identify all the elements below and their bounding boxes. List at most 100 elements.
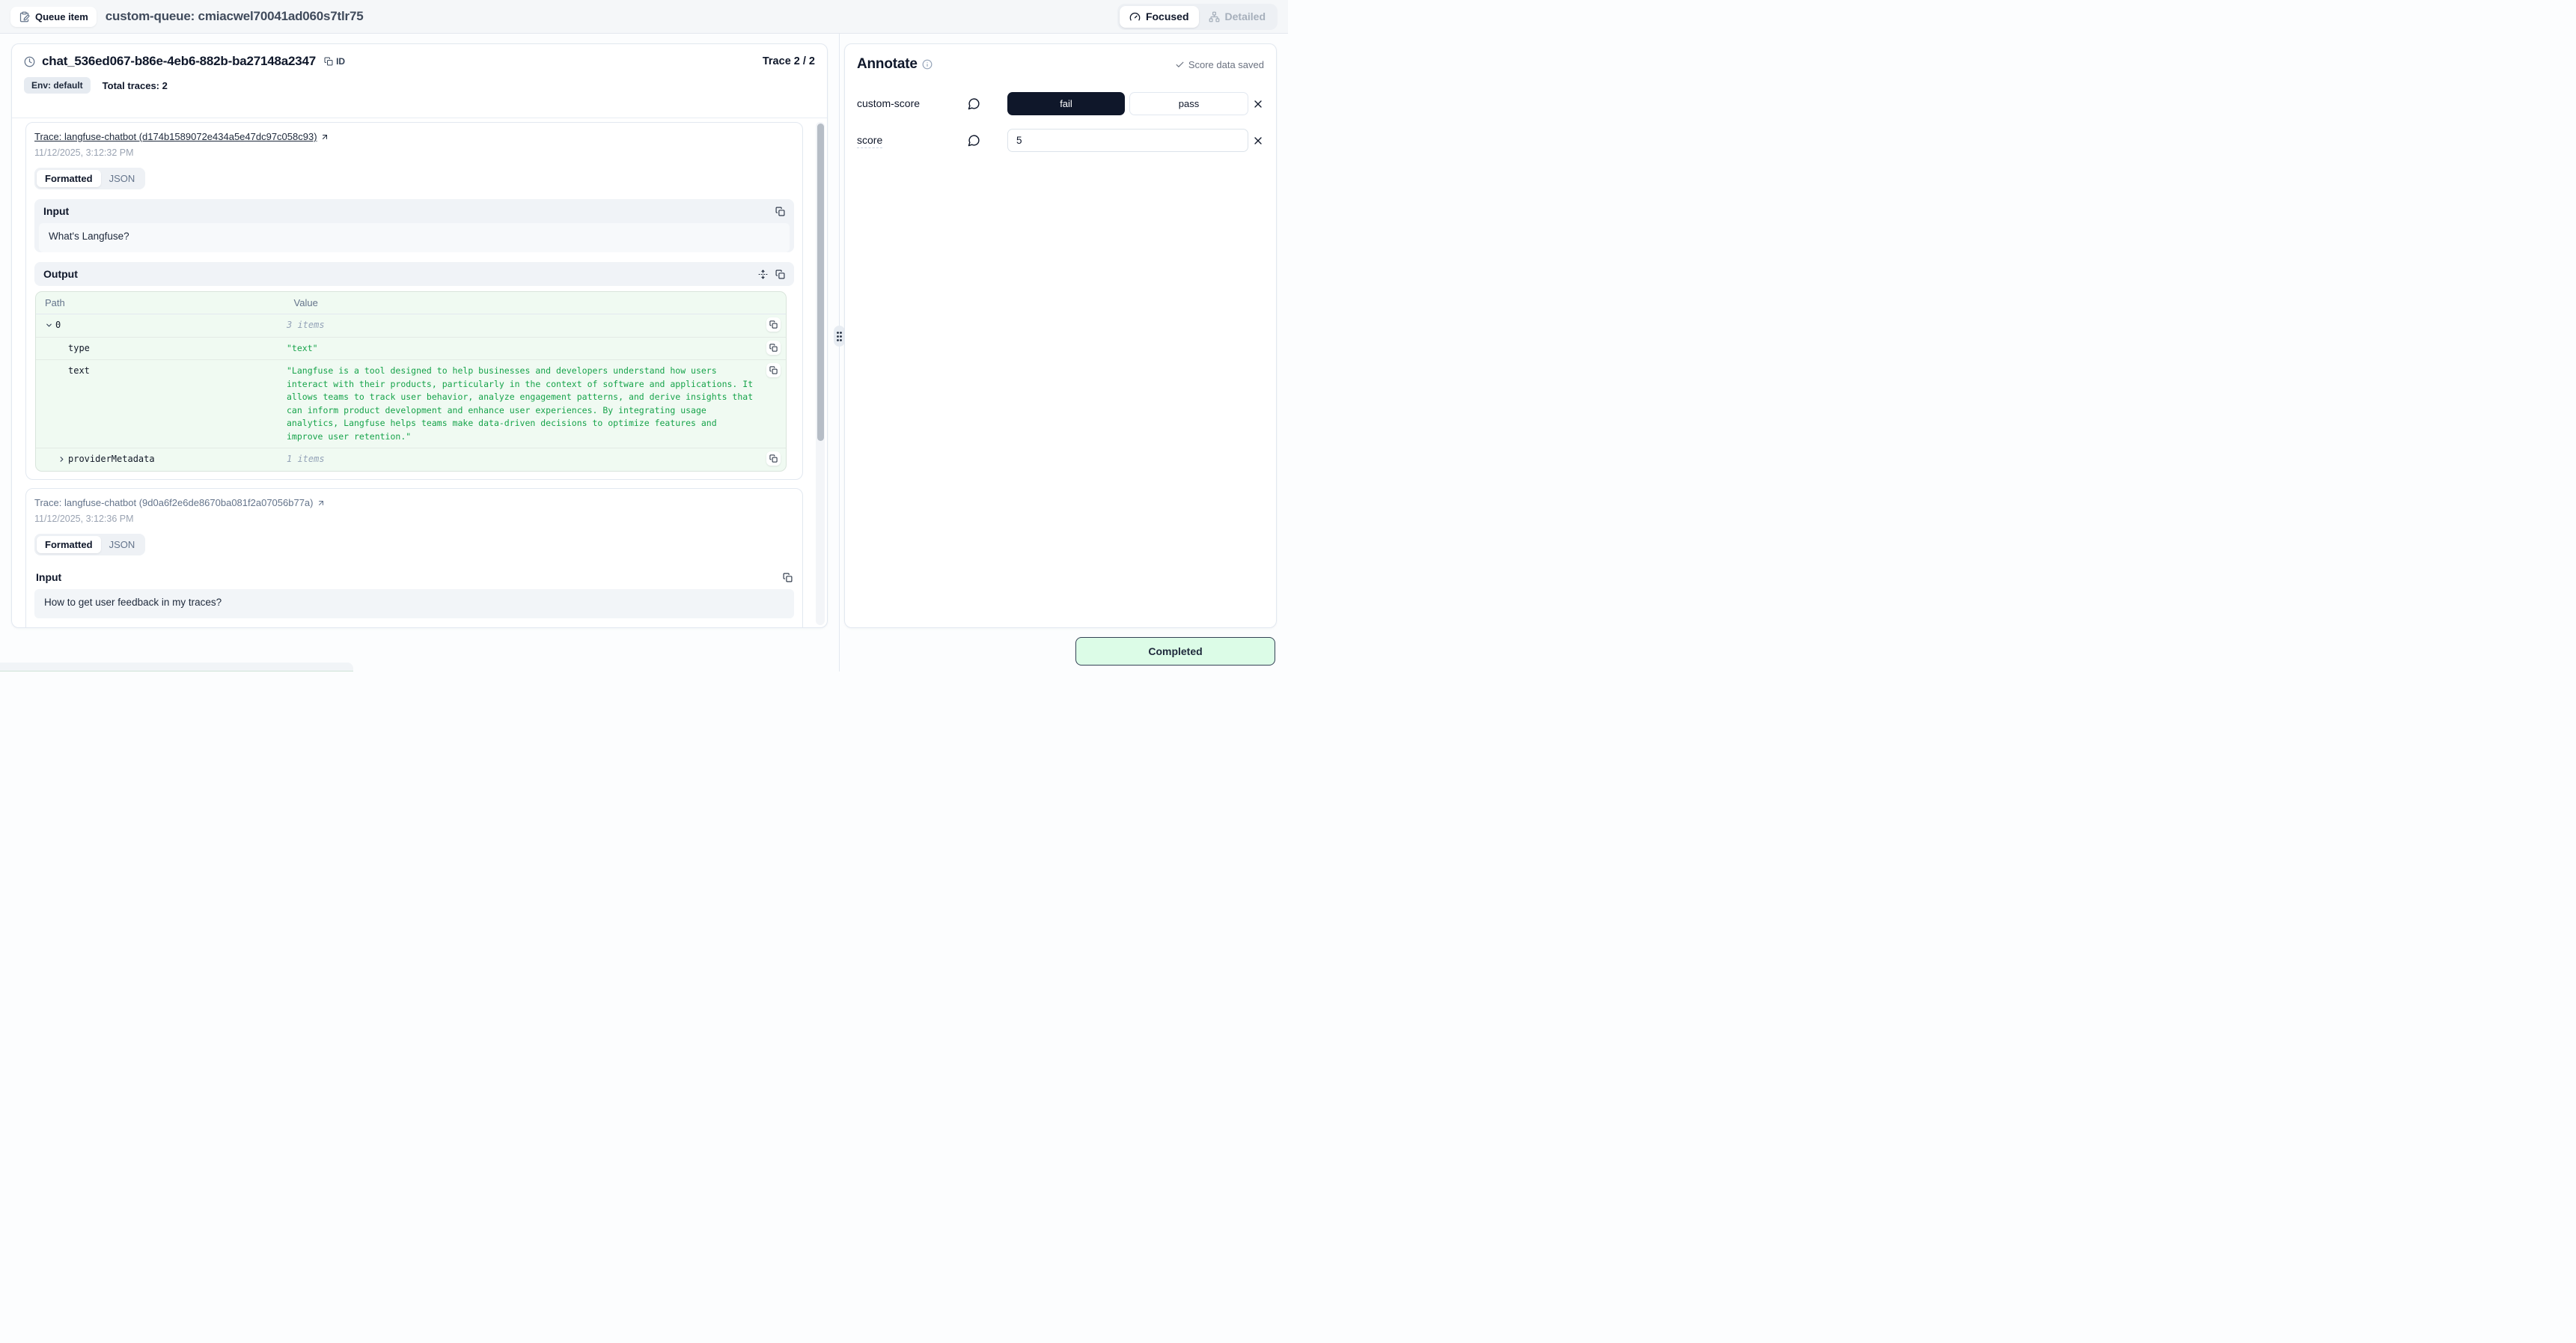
input-section: Input How to get user feedback in my tra… xyxy=(34,565,794,618)
copy-icon xyxy=(769,454,778,463)
comment-button[interactable] xyxy=(968,97,987,110)
delete-score-button[interactable] xyxy=(1252,135,1264,147)
output-label: Output xyxy=(43,268,78,280)
copy-icon xyxy=(775,269,785,279)
main-area: chat_536ed067-b86e-4eb6-882b-ba27148a234… xyxy=(0,34,1288,672)
copy-icon xyxy=(769,320,778,329)
trace-link-text: Trace: langfuse-chatbot (9d0a6f2e6de8670… xyxy=(34,497,314,508)
score-options: fail pass xyxy=(1007,92,1248,115)
message-circle-icon xyxy=(968,134,980,147)
total-traces: Total traces: 2 xyxy=(103,80,168,91)
queue-item-label: Queue item xyxy=(35,11,88,22)
trace-counter: Trace 2 / 2 xyxy=(763,55,815,67)
trace-link-2[interactable]: Trace: langfuse-chatbot (9d0a6f2e6de8670… xyxy=(34,497,326,508)
score-name: score xyxy=(857,134,882,148)
row-key: text xyxy=(68,365,90,377)
clock-icon xyxy=(24,56,35,67)
env-badge: Env: default xyxy=(24,77,91,94)
table-row: text "Langfuse is a tool designed to hel… xyxy=(36,360,786,448)
resize-handle[interactable] xyxy=(834,326,845,347)
scrollbar-track xyxy=(816,122,825,625)
row-value: 1 items xyxy=(287,453,756,466)
external-link-icon xyxy=(320,133,329,141)
score-value-input[interactable] xyxy=(1007,129,1248,152)
tab-formatted[interactable]: Formatted xyxy=(37,170,101,187)
x-icon xyxy=(1252,135,1264,147)
table-row: providerMetadata 1 items xyxy=(36,448,786,471)
path-header: Path xyxy=(45,297,294,308)
score-option-pass[interactable]: pass xyxy=(1129,92,1248,115)
scrollbar-thumb[interactable] xyxy=(817,124,824,441)
trace-link-1[interactable]: Trace: langfuse-chatbot (d174b1589072e43… xyxy=(34,131,329,142)
row-value: 3 items xyxy=(287,319,756,332)
save-status: Score data saved xyxy=(1175,59,1264,70)
trace-card-2: Trace: langfuse-chatbot (9d0a6f2e6de8670… xyxy=(25,488,803,628)
copy-row-button[interactable] xyxy=(766,451,781,466)
copy-row-button[interactable] xyxy=(766,341,781,355)
copy-icon xyxy=(775,207,785,216)
copy-id-button[interactable]: ID xyxy=(324,56,345,67)
render-tabs: Formatted JSON xyxy=(34,168,145,189)
copy-input-button[interactable] xyxy=(783,573,793,582)
queue-item-panel: chat_536ed067-b86e-4eb6-882b-ba27148a234… xyxy=(11,43,828,628)
input-content: How to get user feedback in my traces? xyxy=(34,589,794,618)
network-icon xyxy=(1209,11,1220,22)
row-key: 0 xyxy=(55,319,61,332)
copy-output-button[interactable] xyxy=(775,269,785,279)
render-tabs: Formatted JSON xyxy=(34,534,145,555)
copy-icon xyxy=(324,57,333,66)
tab-formatted[interactable]: Formatted xyxy=(37,536,101,553)
external-link-icon xyxy=(317,499,326,508)
page-title: custom-queue: cmiacwel70041ad060s7tlr75 xyxy=(106,9,364,24)
save-status-text: Score data saved xyxy=(1188,59,1264,70)
input-label: Input xyxy=(43,205,69,217)
score-option-fail[interactable]: fail xyxy=(1007,92,1125,115)
tab-json[interactable]: JSON xyxy=(101,170,144,187)
chevron-right-icon[interactable] xyxy=(58,455,68,463)
message-circle-icon xyxy=(968,97,980,110)
input-content: What's Langfuse? xyxy=(39,223,790,252)
output-json-table: Path Value 0 3 items type "text" xyxy=(35,291,787,472)
focused-label: Focused xyxy=(1146,10,1189,22)
bottom-strip xyxy=(0,663,353,672)
copy-icon xyxy=(769,344,778,352)
annotate-panel: Annotate Score data saved custom-score f… xyxy=(844,43,1277,628)
info-icon xyxy=(922,59,933,70)
score-name: custom-score xyxy=(857,97,920,109)
grip-dots-icon xyxy=(836,331,843,342)
traces-scroll-area: Trace: langfuse-chatbot (d174b1589072e43… xyxy=(12,119,828,628)
x-icon xyxy=(1252,98,1264,110)
value-header: Value xyxy=(294,297,318,308)
comment-button[interactable] xyxy=(968,134,987,147)
tab-json[interactable]: JSON xyxy=(101,536,144,553)
annotate-title: Annotate xyxy=(857,56,918,73)
chevron-down-icon[interactable] xyxy=(45,321,55,329)
copy-row-button[interactable] xyxy=(766,363,781,377)
copy-row-button[interactable] xyxy=(766,317,781,332)
score-row-score: score xyxy=(857,129,1264,152)
copy-input-button[interactable] xyxy=(775,207,785,216)
detailed-view-button[interactable]: Detailed xyxy=(1199,6,1275,28)
unfold-vertical-icon xyxy=(758,269,768,279)
output-section: Output Path Value 0 3 items xyxy=(34,262,794,472)
top-bar: Queue item custom-queue: cmiacwel70041ad… xyxy=(0,0,1288,34)
focused-view-button[interactable]: Focused xyxy=(1120,6,1199,28)
expand-output-button[interactable] xyxy=(758,269,768,279)
table-row: 0 3 items xyxy=(36,314,786,338)
item-header: chat_536ed067-b86e-4eb6-882b-ba27148a234… xyxy=(12,44,827,118)
detailed-label: Detailed xyxy=(1225,10,1266,22)
score-row-custom-score: custom-score fail pass xyxy=(857,92,1264,115)
trace-card-1: Trace: langfuse-chatbot (d174b1589072e43… xyxy=(25,122,803,480)
panel-divider xyxy=(839,34,840,672)
trace-timestamp: 11/12/2025, 3:12:32 PM xyxy=(34,147,794,158)
copy-icon xyxy=(783,573,793,582)
completed-button[interactable]: Completed xyxy=(1075,637,1275,666)
gauge-icon xyxy=(1129,11,1141,22)
id-label: ID xyxy=(336,56,345,67)
input-section: Input What's Langfuse? xyxy=(34,199,794,252)
check-icon xyxy=(1175,60,1185,70)
table-row: type "text" xyxy=(36,338,786,361)
row-value: "Langfuse is a tool designed to help bus… xyxy=(287,365,756,443)
input-label: Input xyxy=(36,571,61,583)
delete-score-button[interactable] xyxy=(1252,98,1264,110)
